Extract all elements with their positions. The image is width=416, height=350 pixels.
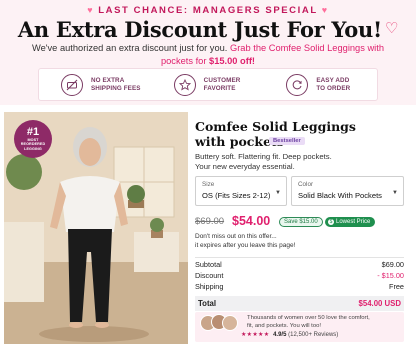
most-reordered-badge: #1 MOST REORDERED LEGGING (14, 120, 52, 158)
star-icon (173, 73, 196, 96)
avatar (222, 315, 238, 331)
badge-number: #1 (26, 126, 40, 138)
eyebrow-text: LAST CHANCE: MANAGERS SPECIAL (98, 5, 318, 16)
refresh-icon (286, 73, 309, 96)
review-count: (12,500+ Reviews) (288, 332, 339, 338)
desc-line1: Buttery soft. Flattering fit. Deep pocke… (195, 152, 332, 161)
subtotal-row: Subtotal $69.00 (195, 260, 404, 271)
no-shipping-fee-icon (61, 73, 83, 96)
subheadline: We've authorized an extra discount just … (30, 42, 386, 67)
bestseller-badge: Bestseller (269, 137, 305, 145)
color-value: Solid Black With Pockets (298, 191, 382, 200)
chevron-down-icon: ▼ (392, 190, 398, 196)
shipping-value: Free (388, 282, 404, 291)
lowest-price-text: Lowest Price (336, 219, 371, 225)
testimonial-text: Thousands of women over 50 love the comf… (247, 315, 402, 330)
urgency-line2: it expires after you leave this page! (195, 242, 296, 249)
product-title-line1: Comfee Solid Leggings (195, 119, 356, 134)
rating: ★★★★★ 4.9/5 (12,500+ Reviews) (241, 331, 338, 338)
urgency-message: Don't miss out on this offer... it expir… (195, 232, 407, 250)
shipping-label: Shipping (195, 282, 224, 291)
total-label: Total (198, 299, 217, 308)
rating-value: 4.9/5 (273, 332, 287, 338)
total-value: $54.00 USD (358, 299, 401, 308)
feature-line2: SHIPPING FEES (91, 84, 141, 92)
discount-value: - $15.00 (377, 271, 404, 280)
discount-label: Discount (195, 271, 224, 280)
badge-line3: LEGGING (24, 146, 42, 151)
price-row: $69.00 $54.00 Save $15.00 $ Lowest Price (195, 214, 407, 230)
desc-line2: Your new everyday essential. (195, 162, 295, 171)
feature-strip: NO EXTRA SHIPPING FEES CUSTOMER FAVORITE E… (38, 68, 378, 101)
headline: An Extra Discount Just For You! ♡ (0, 17, 416, 42)
lowest-price-chip: $ Lowest Price (325, 217, 376, 227)
subtotal-value: $69.00 (381, 260, 404, 269)
total-row: Total $54.00 USD (195, 296, 404, 311)
summary-divider (195, 257, 404, 258)
eyebrow: ♥ LAST CHANCE: MANAGERS SPECIAL ♥ (0, 5, 416, 16)
color-select[interactable]: Color Solid Black With Pockets ▼ (291, 176, 404, 206)
heart-outline-icon: ♡ (384, 19, 399, 37)
color-label: Color (298, 181, 314, 188)
new-price: $54.00 (232, 214, 271, 228)
offer-banner: ♥ LAST CHANCE: MANAGERS SPECIAL ♥ An Extra… (0, 0, 416, 105)
product-photo: #1 MOST REORDERED LEGGING (4, 112, 188, 344)
feature-line1: NO EXTRA (91, 76, 125, 84)
shipping-row: Shipping Free (195, 282, 404, 293)
subtotal-label: Subtotal (195, 260, 222, 269)
feature-line1: EASY ADD (316, 76, 350, 84)
testimonial-line2: fit, and pockets. You will too! (247, 322, 322, 329)
save-chip: Save $15.00 (279, 217, 323, 227)
feature-easy-add: EASY ADD TO ORDER (264, 69, 377, 100)
urgency-line1: Don't miss out on this offer... (195, 233, 277, 240)
product-description: Buttery soft. Flattering fit. Deep pocke… (195, 152, 405, 172)
headline-text: An Extra Discount Just For You! (17, 17, 382, 42)
old-price: $69.00 (195, 216, 225, 227)
size-select[interactable]: Size OS (Fits Sizes 2-12) ▼ (195, 176, 287, 206)
sub-price: $15.00 off! (209, 55, 256, 66)
testimonial-line1: Thousands of women over 50 love the comf… (247, 315, 370, 321)
sub-normal: We've authorized an extra discount just … (31, 43, 228, 53)
product-details: Comfee Solid Leggings with pockets Bests… (192, 112, 412, 344)
star-rating-icon: ★★★★★ (241, 332, 270, 338)
size-label: Size (202, 181, 215, 188)
feature-line2: FAVORITE (203, 84, 236, 92)
feature-customer-favorite: CUSTOMER FAVORITE (152, 69, 265, 100)
order-summary: Subtotal $69.00 Discount - $15.00 Shippi… (195, 257, 404, 311)
heart-icon: ♥ (321, 5, 329, 15)
discount-row: Discount - $15.00 (195, 271, 404, 282)
feature-line2: TO ORDER (316, 84, 351, 92)
heart-icon: ♥ (87, 5, 95, 15)
feature-line1: CUSTOMER (203, 76, 241, 84)
dollar-icon: $ (328, 219, 334, 225)
chevron-down-icon: ▼ (275, 190, 281, 196)
avatar-group (200, 314, 240, 340)
feature-no-shipping: NO EXTRA SHIPPING FEES (39, 69, 152, 100)
testimonial-box: Thousands of women over 50 love the comf… (195, 312, 404, 342)
size-value: OS (Fits Sizes 2-12) (202, 191, 271, 200)
